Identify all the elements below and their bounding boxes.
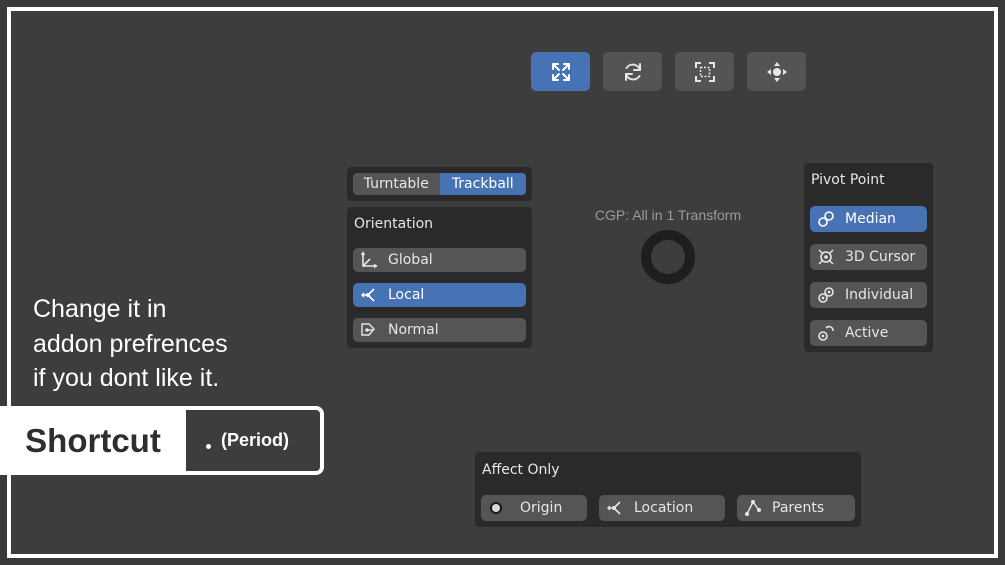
parents-icon	[742, 497, 764, 519]
affect-parents-button[interactable]: Parents	[737, 495, 855, 521]
orientation-title: Orientation	[354, 216, 434, 232]
orientation-global-button[interactable]: Global	[353, 248, 526, 272]
location-icon	[604, 497, 626, 519]
orientation-global-label: Global	[388, 252, 433, 268]
frame-tool-button[interactable]	[675, 52, 734, 91]
affect-parents-label: Parents	[772, 500, 825, 516]
shortcut-key: (Period)	[206, 430, 289, 451]
arrows-expand-icon	[551, 62, 570, 81]
pivot-individual-label: Individual	[845, 287, 914, 303]
move-arrows-icon	[766, 61, 787, 82]
orientation-local-label: Local	[388, 287, 425, 303]
orientation-local-button[interactable]: Local	[353, 283, 526, 307]
radio-icon	[490, 502, 502, 514]
note-line: Change it in	[33, 295, 167, 323]
pivot-3d-cursor-label: 3D Cursor	[845, 249, 916, 265]
affect-location-label: Location	[634, 500, 694, 516]
orientation-panel: Orientation Global Local Normal	[347, 207, 532, 348]
turntable-option[interactable]: Turntable	[353, 173, 440, 195]
trackball-option[interactable]: Trackball	[439, 173, 526, 195]
rotate-icon	[624, 62, 641, 81]
pivot-active-button[interactable]: Active	[810, 320, 927, 346]
pie-menu-center-ring	[641, 230, 695, 284]
frame-select-icon	[694, 61, 715, 82]
individual-origins-icon	[815, 284, 837, 306]
affect-only-title: Affect Only	[482, 462, 560, 478]
pivot-active-label: Active	[845, 325, 889, 341]
affect-origin-label: Origin	[520, 500, 563, 516]
pivot-point-title: Pivot Point	[811, 172, 885, 188]
note-line: if you dont like it.	[33, 364, 220, 392]
shortcut-key-text: (Period)	[221, 430, 290, 450]
active-element-icon	[815, 322, 837, 344]
affect-location-button[interactable]: Location	[599, 495, 725, 521]
note-line: addon prefrences	[33, 329, 228, 358]
move-tool-button[interactable]	[747, 52, 806, 91]
view-mode-panel: Turntable Trackball	[347, 167, 532, 201]
shortcut-box: Shortcut (Period)	[0, 406, 324, 475]
median-icon	[815, 208, 837, 230]
orientation-normal-button[interactable]: Normal	[353, 318, 526, 342]
pivot-median-label: Median	[845, 211, 896, 227]
rotate-tool-button[interactable]	[603, 52, 662, 91]
orientation-normal-label: Normal	[388, 322, 439, 338]
global-axes-icon	[358, 249, 380, 271]
affect-only-panel: Affect Only Origin Location Parents	[475, 452, 861, 527]
normal-icon	[358, 319, 380, 341]
pivot-median-button[interactable]: Median	[810, 206, 927, 232]
cursor-3d-icon	[815, 246, 837, 268]
addon-note: Change it in addon prefrences if you don…	[33, 292, 293, 396]
period-dot	[206, 444, 211, 449]
scale-tool-button[interactable]	[531, 52, 590, 91]
pivot-point-panel: Pivot Point Median 3D Cursor Individual …	[804, 163, 933, 352]
local-axes-icon	[358, 284, 380, 306]
pie-menu-title: CGP: All in 1 Transform	[594, 207, 742, 223]
pivot-3d-cursor-button[interactable]: 3D Cursor	[810, 244, 927, 270]
shortcut-label: Shortcut	[0, 410, 186, 471]
pivot-individual-button[interactable]: Individual	[810, 282, 927, 308]
affect-origin-button[interactable]: Origin	[481, 495, 587, 521]
view-mode-toggle: Turntable Trackball	[353, 173, 526, 195]
